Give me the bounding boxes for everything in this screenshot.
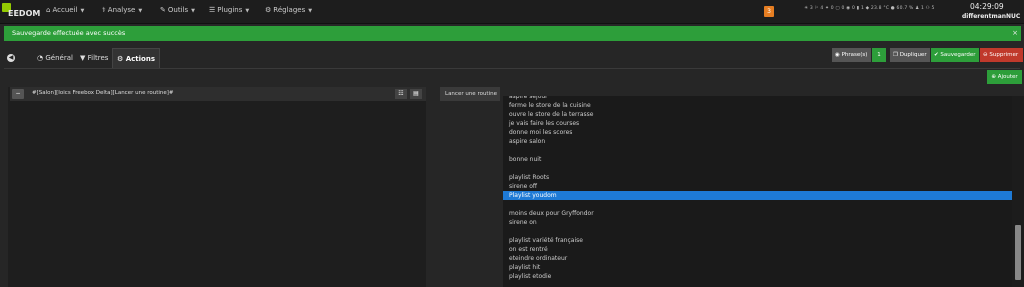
list-item[interactable]: donne moi les scores [509,128,572,137]
cogs-icon: ⚙ [117,55,126,63]
phrases-button[interactable]: ◉ Phrase(s) [832,48,871,62]
success-alert: Sauvegarde effectuée avec succès × [4,26,1021,41]
nav-outils[interactable]: ✎ Outils ▼ [160,6,195,14]
list-item[interactable]: je vais faire les courses [509,119,579,128]
command-input[interactable]: #[Salon][Ioics Freebox Delta][Lancer une… [32,90,174,96]
list-item[interactable]: ferme le store de la cuisine [509,101,591,110]
tab-actions[interactable]: ⚙ Actions [112,48,160,68]
save-label: Sauvegarder [940,52,976,58]
tab-divider [4,68,1020,69]
chevron-down-icon: ▼ [308,8,313,14]
add-label: Ajouter [997,74,1018,80]
list-item[interactable]: playlist variété française [509,236,583,245]
chevron-down-icon: ▼ [138,8,143,14]
nav-analyse[interactable]: ⚕ Analyse ▼ [102,6,142,14]
top-navbar: EEDOM ⌂ Accueil ▼ ⚕ Analyse ▼ ✎ Outils ▼ ☰ Plug… [0,0,1024,24]
list-item[interactable]: playlist hit [509,263,540,272]
hostname[interactable]: differentmanNUC [962,13,1020,20]
action-panel [8,87,426,287]
clock: 04:29:09 [970,2,1004,11]
list-item[interactable]: eteindre ordinateur [509,254,567,263]
nav-plugins[interactable]: ☰ Plugins ▼ [209,6,249,14]
summary-status-icons[interactable]: ☀ 3 ⚐ 4 ✦ 0 ▢ 0 ◉ 0 ▮ 1 ◆ 23.8 °C ● 60.7… [804,6,935,11]
list-item[interactable]: bonne nuit [509,155,541,164]
back-arrow-icon[interactable]: ◀ [7,54,15,62]
list-item[interactable]: ouvre le store de la terrasse [509,110,593,119]
logo-text: EEDOM [8,9,41,18]
phrases-count: 1 [872,48,886,62]
nav-analyse-label: Analyse [107,6,136,14]
list-item[interactable]: playlist Roots [509,173,549,182]
list-item[interactable]: aspire salon [509,137,545,146]
tab-actions-label: Actions [125,55,155,63]
list-item[interactable]: sirene off [509,182,537,191]
save-button[interactable]: ✔ Sauvegarder [931,48,979,62]
cogs-icon: ⚙ [265,6,272,14]
close-icon[interactable]: × [1012,26,1018,41]
nav-reglages[interactable]: ⚙ Réglages ▼ [265,6,312,14]
routine-listbox[interactable]: aspire séjour ferme le store de la cuisin… [503,96,1024,287]
duplicate-label: Dupliquer [899,52,927,58]
chevron-down-icon: ▼ [191,8,195,14]
list-item[interactable]: Playlist youdom [503,191,1012,200]
list-item[interactable]: moins deux pour Gryffondor [509,209,594,218]
message-badge[interactable]: 3 [764,6,774,17]
select-command-icon[interactable]: ▤ [410,89,422,99]
home-icon: ⌂ [46,6,51,14]
nav-accueil-label: Accueil [52,6,78,14]
nav-accueil[interactable]: ⌂ Accueil ▼ [46,6,84,14]
chevron-down-icon: ▼ [80,8,85,14]
remove-action-button[interactable]: − [12,89,24,99]
nav-outils-label: Outils [167,6,189,14]
nav-reglages-label: Réglages [273,6,306,14]
stethoscope-icon: ⚕ [102,6,106,14]
duplicate-button[interactable]: ❐ Dupliquer [890,48,930,62]
alert-text: Sauvegarde effectuée avec succès [12,29,126,37]
routine-label: Lancer une routine [440,87,500,101]
list-icon[interactable]: ☷ [395,89,407,99]
scrollbar-thumb[interactable] [1015,225,1021,280]
wrench-icon: ✎ [160,6,166,14]
tab-filtres[interactable]: ▼ Filtres [76,48,112,68]
nav-plugins-label: Plugins [217,6,243,14]
add-action-button[interactable]: ⊕ Ajouter [987,70,1022,84]
tasks-icon: ☰ [209,6,216,14]
phrases-label: Phrase(s) [841,52,868,58]
copy-icon: ❐ [893,52,900,58]
list-item[interactable]: on est rentré [509,245,548,254]
tab-general-label: Général [45,54,73,62]
delete-button[interactable]: ⊖ Supprimer [980,48,1023,62]
list-item[interactable]: sirene on [509,218,537,227]
delete-label: Supprimer [989,52,1019,58]
jeedom-logo[interactable]: EEDOM [2,3,40,21]
list-item[interactable]: playlist etodie [509,272,551,281]
filter-icon: ▼ [80,54,88,62]
tab-general[interactable]: ◔ Général [33,48,77,68]
chevron-down-icon: ▼ [245,8,250,14]
tab-filtres-label: Filtres [87,54,109,62]
